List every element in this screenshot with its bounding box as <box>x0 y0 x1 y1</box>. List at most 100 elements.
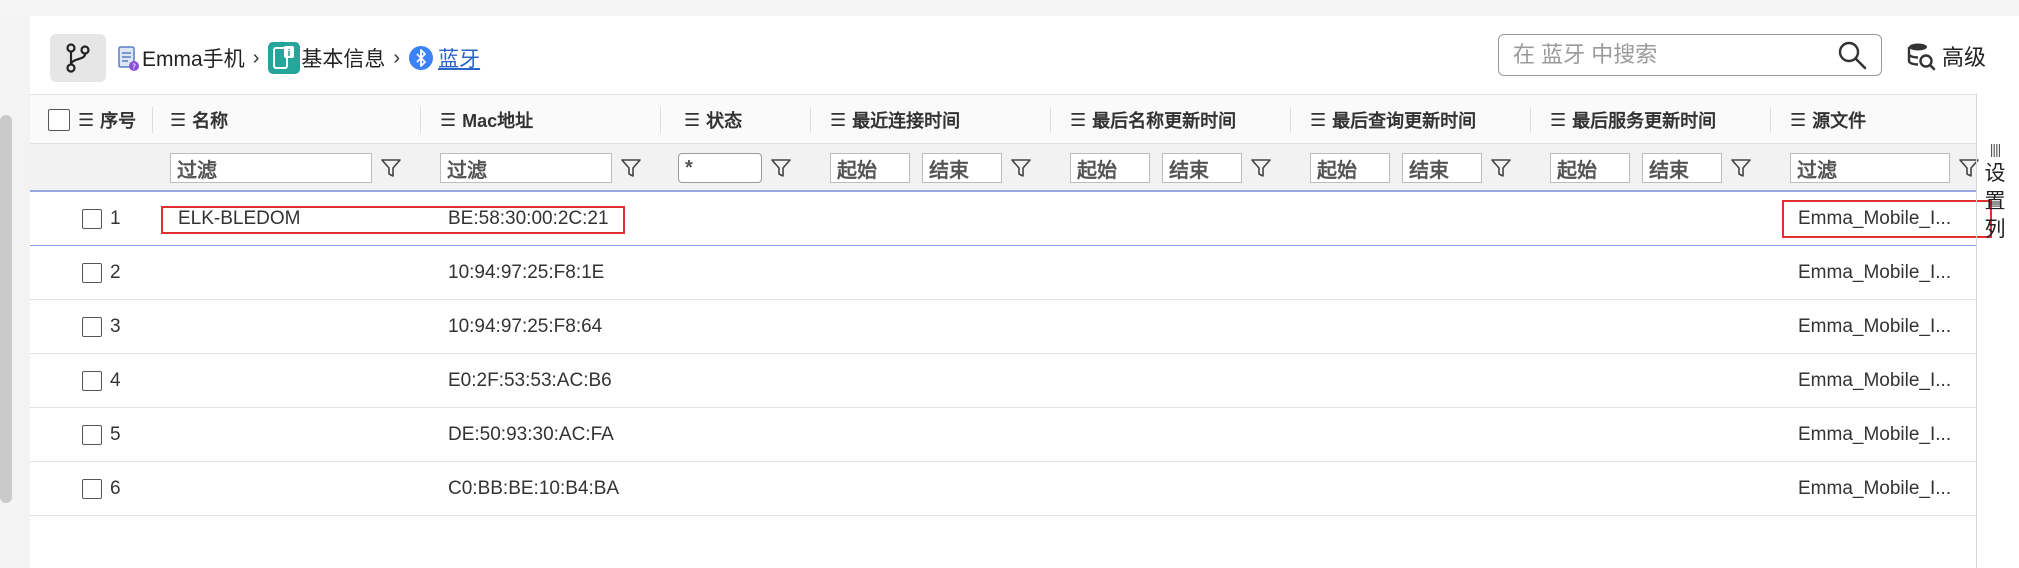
filter-end-input[interactable]: 结束 <box>1162 153 1242 183</box>
chevron-right-icon: › <box>252 46 260 69</box>
filter-start-input[interactable]: 起始 <box>830 153 910 183</box>
table-row[interactable]: 5 DE:50:93:30:AC:FA Emma_Mobile_I... <box>30 408 1976 462</box>
column-divider[interactable] <box>1290 107 1291 133</box>
filter-start-input[interactable]: 起始 <box>1550 153 1630 183</box>
row-checkbox[interactable] <box>82 425 102 445</box>
table-row[interactable]: 2 10:94:97:25:F8:1E Emma_Mobile_I... <box>30 246 1976 300</box>
column-label: 源文件 <box>1812 111 1867 131</box>
filter-mac: 过滤 <box>440 153 642 183</box>
cell-source: Emma_Mobile_I... <box>1798 424 1952 445</box>
column-divider[interactable] <box>420 107 421 133</box>
column-header-last-service-update[interactable]: ☰ 最后服务更新时间 <box>1550 95 1716 145</box>
row-checkbox[interactable] <box>82 317 102 337</box>
row-number: 3 <box>110 316 121 337</box>
filter-name-input[interactable]: 过滤 <box>170 153 372 183</box>
highlight-box <box>161 206 625 234</box>
select-all-checkbox[interactable] <box>48 109 70 131</box>
column-menu-icon: ☰ <box>1790 109 1807 130</box>
column-header-last-name-update[interactable]: ☰ 最后名称更新时间 <box>1070 95 1236 145</box>
settings-label-char: 列 <box>1984 218 2006 241</box>
breadcrumb: ? Emma手机 › i 基本信息 › 蓝牙 <box>116 40 480 76</box>
row-checkbox[interactable] <box>82 209 102 229</box>
column-divider[interactable] <box>660 107 661 133</box>
column-label: 最近连接时间 <box>852 111 961 131</box>
filter-row: 过滤 过滤 * 起始 结束 起始 结束 起始 结束 起始 结束 过滤 <box>30 144 1979 192</box>
search-box[interactable] <box>1498 34 1882 76</box>
column-header-last-connect[interactable]: ☰ 最近连接时间 <box>830 95 960 145</box>
column-header-status[interactable]: ☰ 状态 <box>684 95 742 145</box>
table-row[interactable]: 6 C0:BB:BE:10:B4:BA Emma_Mobile_I... <box>30 462 1976 516</box>
info-card-icon: i <box>268 42 301 74</box>
column-divider[interactable] <box>152 107 153 133</box>
breadcrumb-current[interactable]: 蓝牙 <box>408 43 480 73</box>
breadcrumb-device-label: Emma手机 <box>142 48 245 71</box>
svg-text:?: ? <box>132 63 136 72</box>
filter-end-input[interactable]: 结束 <box>1642 153 1722 183</box>
column-divider[interactable] <box>1050 107 1051 133</box>
svg-text:i: i <box>288 49 291 59</box>
filter-mac-input[interactable]: 过滤 <box>440 153 612 183</box>
filter-end-input[interactable]: 结束 <box>922 153 1002 183</box>
filter-start-input[interactable]: 起始 <box>1310 153 1390 183</box>
table-row[interactable]: 4 E0:2F:53:53:AC:B6 Emma_Mobile_I... <box>30 354 1976 408</box>
column-menu-icon: ☰ <box>684 109 701 130</box>
breadcrumb-device[interactable]: ? Emma手机 <box>116 43 245 73</box>
main-panel: ? Emma手机 › i 基本信息 › 蓝牙 在 蓝牙 中搜索 高级 ☰ 序号 … <box>30 16 2019 568</box>
row-number: 4 <box>110 370 121 391</box>
branch-button[interactable] <box>50 34 106 82</box>
filter-last-query-update: 起始 结束 <box>1310 153 1512 183</box>
filter-icon[interactable] <box>620 157 642 179</box>
column-divider[interactable] <box>1770 107 1771 133</box>
filter-icon[interactable] <box>1010 157 1032 179</box>
row-number: 1 <box>110 208 121 229</box>
table-right-border <box>1976 94 1977 568</box>
filter-status: * <box>678 153 792 183</box>
chevron-right-icon: › <box>393 46 401 69</box>
filter-end-input[interactable]: 结束 <box>1402 153 1482 183</box>
filter-icon[interactable] <box>1250 157 1272 179</box>
cell-source: Emma_Mobile_I... <box>1798 370 1952 391</box>
breadcrumb-current-label[interactable]: 蓝牙 <box>438 43 480 73</box>
cell-mac: C0:BB:BE:10:B4:BA <box>448 478 620 499</box>
column-header-name[interactable]: ☰ 名称 <box>170 95 228 145</box>
column-menu-icon: ☰ <box>1550 109 1567 130</box>
cell-source: Emma_Mobile_I... <box>1798 316 1952 337</box>
filter-icon[interactable] <box>770 157 792 179</box>
column-menu-icon: ☰ <box>78 109 95 130</box>
column-header-source[interactable]: ☰ 源文件 <box>1790 95 1866 145</box>
cell-mac: 10:94:97:25:F8:1E <box>448 262 605 283</box>
search-icon[interactable] <box>1837 40 1867 70</box>
left-scrollbar[interactable] <box>0 115 12 503</box>
filter-icon[interactable] <box>1730 157 1752 179</box>
column-header-last-query-update[interactable]: ☰ 最后查询更新时间 <box>1310 95 1476 145</box>
filter-source: 过滤 <box>1790 153 1980 183</box>
column-menu-icon: ☰ <box>170 109 187 130</box>
column-divider[interactable] <box>1530 107 1531 133</box>
table-row[interactable]: 1 ELK-BLEDOM BE:58:30:00:2C:21 Emma_Mobi… <box>30 192 1992 246</box>
column-menu-icon: ☰ <box>1310 109 1327 130</box>
column-header-mac[interactable]: ☰ Mac地址 <box>440 95 533 145</box>
cell-mac: E0:2F:53:53:AC:B6 <box>448 370 612 391</box>
column-divider[interactable] <box>810 107 811 133</box>
filter-status-select[interactable]: * <box>678 153 762 183</box>
row-checkbox[interactable] <box>82 263 102 283</box>
filter-icon[interactable] <box>1490 157 1512 179</box>
cell-mac: 10:94:97:25:F8:64 <box>448 316 603 337</box>
column-header-seq[interactable]: ☰ 序号 <box>78 95 136 145</box>
column-label: 名称 <box>192 111 229 131</box>
column-settings-button[interactable]: |||| 设 置 列 <box>1980 138 2010 244</box>
breadcrumb-category[interactable]: i 基本信息 <box>267 41 385 75</box>
filter-source-input[interactable]: 过滤 <box>1790 153 1950 183</box>
row-checkbox[interactable] <box>82 479 102 499</box>
row-checkbox[interactable] <box>82 371 102 391</box>
advanced-search-button[interactable]: 高级 <box>1906 38 1986 74</box>
filter-icon[interactable] <box>380 157 402 179</box>
table-header: ☰ 序号 ☰ 名称 ☰ Mac地址 ☰ 状态 ☰ 最近连接时间 ☰ 最后名称更新… <box>30 94 1976 144</box>
cell-source: Emma_Mobile_I... <box>1798 478 1952 499</box>
table-row[interactable]: 3 10:94:97:25:F8:64 Emma_Mobile_I... <box>30 300 1976 354</box>
advanced-label: 高级 <box>1942 45 1987 70</box>
filter-last-name-update: 起始 结束 <box>1070 153 1272 183</box>
search-input[interactable] <box>1513 42 1837 68</box>
filter-last-connect: 起始 结束 <box>830 153 1032 183</box>
filter-start-input[interactable]: 起始 <box>1070 153 1150 183</box>
